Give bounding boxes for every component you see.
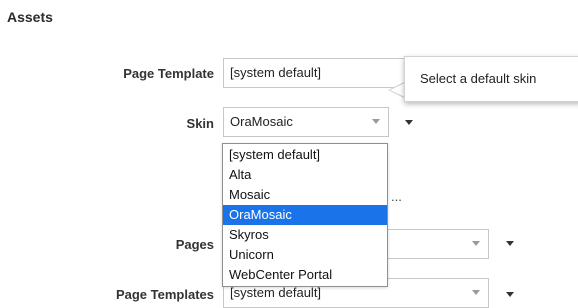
page-templates-label: Page Templates: [115, 287, 214, 302]
page-templates-value: [system default]: [230, 285, 322, 300]
page-template-label: Page Template: [123, 66, 214, 81]
skin-tooltip: Select a default skin: [404, 56, 578, 102]
tooltip-text: Select a default skin: [420, 71, 537, 86]
tooltip-pointer-fill: [390, 83, 405, 97]
page-templates-menu-caret-icon[interactable]: [506, 292, 514, 297]
skin-dropdown-list[interactable]: [system default] Alta Mosaic OraMosaic Skyro…: [222, 143, 388, 287]
skin-option[interactable]: Unicorn: [223, 245, 387, 265]
skin-option[interactable]: OraMosaic: [223, 205, 387, 225]
pages-menu-caret-icon[interactable]: [506, 241, 514, 246]
skin-select-value: OraMosaic: [230, 114, 293, 129]
page-template-value: [system default]: [230, 65, 322, 80]
section-title: Assets: [7, 9, 53, 25]
skin-option[interactable]: [system default]: [223, 145, 387, 165]
page-template-input[interactable]: [system default]: [223, 58, 409, 88]
skin-option[interactable]: Mosaic: [223, 185, 387, 205]
pages-label: Pages: [175, 237, 214, 252]
chevron-down-icon[interactable]: [472, 241, 480, 246]
skin-select[interactable]: OraMosaic: [223, 107, 389, 137]
skin-option[interactable]: WebCenter Portal: [223, 265, 387, 285]
skin-option[interactable]: Alta: [223, 165, 387, 185]
skin-label: Skin: [186, 116, 214, 131]
skin-menu-caret-icon[interactable]: [405, 120, 413, 125]
chevron-down-icon[interactable]: [472, 290, 480, 295]
chevron-down-icon[interactable]: [372, 119, 380, 124]
obscured-ellipsis: ...: [391, 189, 402, 204]
skin-option[interactable]: Skyros: [223, 225, 387, 245]
